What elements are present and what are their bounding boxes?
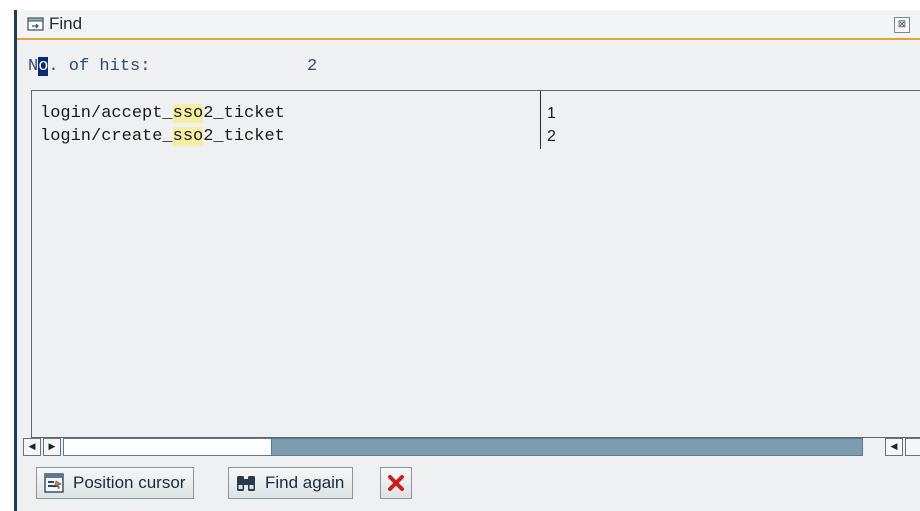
dialog-title: Find bbox=[49, 14, 83, 33]
scroll-left-button[interactable]: ◀ bbox=[23, 438, 41, 456]
position-cursor-button[interactable]: Position cursor bbox=[36, 467, 195, 499]
scroll-track[interactable] bbox=[63, 438, 863, 456]
result-row[interactable]: login/accept_sso2_ticket bbox=[40, 104, 285, 126]
hits-label: No. of hits: bbox=[28, 57, 150, 76]
title-bar: Find ⊠ bbox=[17, 10, 920, 40]
close-button[interactable]: ⊠ bbox=[894, 17, 910, 33]
scroll-right-button[interactable]: ▶ bbox=[43, 438, 61, 456]
scroll-thumb[interactable] bbox=[64, 439, 273, 455]
result-number: 2 bbox=[547, 128, 556, 145]
hits-label-rest: . of hits: bbox=[48, 57, 151, 76]
cancel-button[interactable] bbox=[380, 467, 412, 499]
result-number: 1 bbox=[547, 105, 556, 122]
dialog-toolbar: Position cursor Find again bbox=[17, 464, 920, 504]
scroll-left-end-button[interactable]: ◀ bbox=[885, 438, 903, 456]
dialog-icon bbox=[27, 17, 44, 31]
text-cursor: o bbox=[38, 57, 49, 76]
result-text-suffix: 2_ticket bbox=[203, 104, 285, 123]
find-again-button[interactable]: Find again bbox=[228, 467, 354, 499]
hits-label-first: N bbox=[28, 57, 39, 76]
position-cursor-label: Position cursor bbox=[73, 473, 186, 492]
result-row[interactable]: login/create_sso2_ticket bbox=[40, 127, 285, 149]
hits-count: 2 bbox=[307, 57, 318, 76]
result-text-prefix: login/accept_ bbox=[40, 104, 173, 123]
cancel-x-icon bbox=[388, 475, 404, 491]
result-text-suffix: 2_ticket bbox=[203, 127, 285, 146]
result-text-prefix: login/create_ bbox=[40, 127, 173, 146]
find-again-label: Find again bbox=[265, 473, 345, 492]
position-cursor-icon bbox=[44, 473, 64, 493]
binoculars-icon bbox=[237, 476, 255, 491]
search-match-highlight: sso bbox=[172, 127, 204, 146]
results-list[interactable]: login/accept_sso2_ticket 1 login/create_… bbox=[31, 90, 920, 438]
find-dialog: Find ⊠ No. of hits: 2 login/accept_sso2_… bbox=[14, 10, 920, 511]
search-match-highlight: sso bbox=[172, 104, 204, 123]
scroll-right-end-button[interactable] bbox=[905, 438, 920, 456]
column-divider bbox=[540, 91, 541, 149]
horizontal-scrollbar[interactable]: ◀ ▶ ◀ bbox=[23, 438, 920, 458]
